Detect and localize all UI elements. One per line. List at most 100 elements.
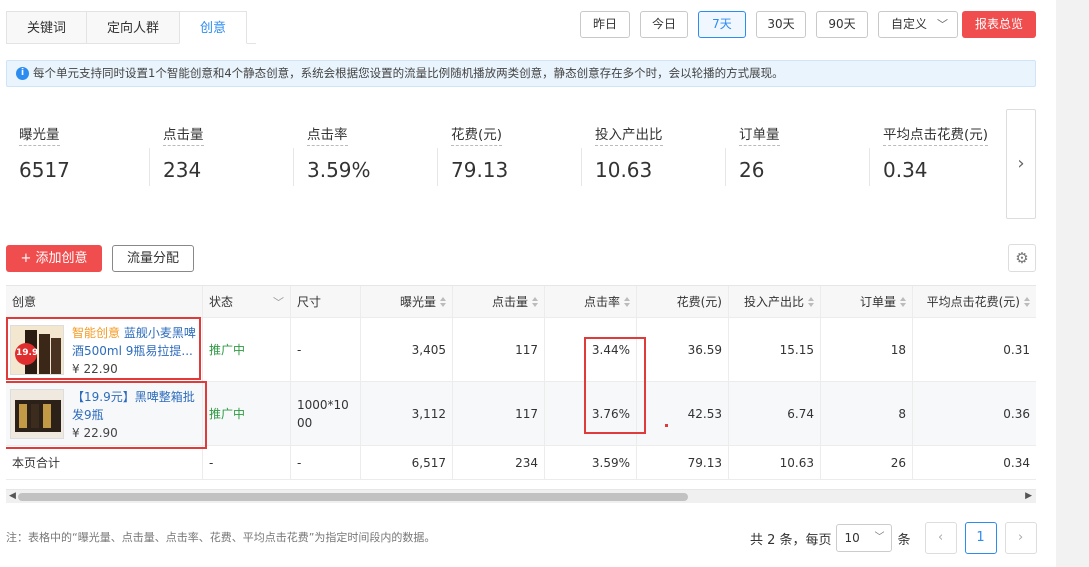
info-banner: i 每个单元支持同时设置1个智能创意和4个静态创意，系统会根据您设置的流量比例随… — [6, 60, 1036, 87]
stat-value: 0.34 — [883, 158, 928, 182]
stat-label: 订单量 — [739, 123, 780, 146]
table-header: 创意 状态 ﹀ 尺寸 曝光量 点击量 点击率 花费(元) 投入产出比 订单量 平… — [6, 286, 1036, 318]
prev-page-button[interactable]: ‹ — [924, 522, 957, 554]
table-row[interactable]: 19.9 智能创意 蓝舰小麦黑啤酒500ml 9瓶易拉提... ¥ 22.90 … — [6, 318, 1036, 382]
table-horizontal-scrollbar[interactable]: ◀ ▶ — [6, 489, 1036, 503]
creative-cell[interactable]: 19.9 智能创意 蓝舰小麦黑啤酒500ml 9瓶易拉提... ¥ 22.90 — [6, 318, 203, 381]
col-avg-cpc[interactable]: 平均点击花费(元) — [913, 286, 1036, 317]
sort-icon[interactable] — [532, 296, 538, 307]
cost-cell: 42.53 — [637, 382, 729, 445]
size-cell: 1000*1000 — [291, 382, 361, 445]
stat-label: 曝光量 — [19, 123, 60, 146]
table-note: 注：表格中的“曝光量、点击量、点击率、花费、平均点击花费”为指定时间段内的数据。 — [6, 531, 436, 544]
clicks-cell: 117 — [453, 382, 545, 445]
scrollbar-thumb[interactable] — [18, 493, 688, 501]
stat-label: 点击率 — [307, 123, 348, 146]
avg-cpc-cell: 0.34 — [1003, 455, 1030, 470]
total-count-text: 共 2 条，每页 — [750, 532, 832, 548]
tab-creative[interactable]: 创意 — [179, 11, 248, 44]
stat-value: 26 — [739, 158, 765, 182]
traffic-allocation-button[interactable]: 流量分配 — [112, 245, 194, 272]
stat-impressions[interactable]: 曝光量 6517 — [6, 123, 150, 193]
custom-range-select[interactable]: 自定义 ﹀ — [878, 11, 958, 38]
status-cell: 推广中 — [203, 318, 291, 381]
date-7days-button[interactable]: 7天 — [698, 11, 746, 38]
page-number-button[interactable]: 1 — [964, 522, 997, 554]
tab-audience[interactable]: 定向人群 — [86, 11, 180, 44]
sort-icon[interactable] — [1024, 296, 1030, 307]
smart-creative-tag: 智能创意 — [72, 326, 121, 340]
page-size-value: 10 — [844, 531, 860, 545]
sort-icon[interactable] — [440, 296, 446, 307]
stat-orders[interactable]: 订单量 26 — [726, 123, 870, 193]
annotation-dot — [665, 424, 668, 427]
stat-clicks[interactable]: 点击量 234 — [150, 123, 294, 193]
chevron-down-icon: ﹀ — [937, 18, 948, 31]
roi-cell: 6.74 — [729, 382, 821, 445]
ctr-cell: 3.59% — [545, 446, 637, 479]
stat-avg-cpc[interactable]: 平均点击花费(元) 0.34 — [870, 123, 1014, 193]
ctr-cell: 3.44% — [545, 318, 637, 381]
stat-value: 3.59% — [307, 158, 371, 182]
page-scrollbar-track[interactable] — [1056, 0, 1089, 567]
add-creative-button[interactable]: + 添加创意 — [6, 245, 102, 272]
product-thumbnail[interactable]: 19.9 — [10, 325, 64, 375]
scroll-left-icon[interactable]: ◀ — [9, 491, 16, 501]
stat-value: 10.63 — [595, 158, 653, 182]
col-roi[interactable]: 投入产出比 — [729, 286, 821, 317]
stat-cost[interactable]: 花费(元) 79.13 — [438, 123, 582, 193]
stat-ctr[interactable]: 点击率 3.59% — [294, 123, 438, 193]
product-thumbnail[interactable] — [10, 389, 64, 439]
col-orders[interactable]: 订单量 — [821, 286, 913, 317]
stat-roi[interactable]: 投入产出比 10.63 — [582, 123, 726, 193]
clicks-cell: 234 — [453, 446, 545, 479]
impressions-cell: 3,112 — [361, 382, 453, 445]
creative-title[interactable]: 【19.9元】黑啤整箱批发9瓶 ¥ 22.90 — [72, 388, 200, 442]
stat-label: 平均点击花费(元) — [883, 123, 989, 146]
thumb-price-badge: 19.9 — [16, 348, 39, 358]
roi-cell: 15.15 — [729, 318, 821, 381]
table-total-row: 本页合计 - - 6,517 234 3.59% 79.13 10.63 26 … — [6, 446, 1036, 480]
date-yesterday-button[interactable]: 昨日 — [580, 11, 630, 38]
col-creative: 创意 — [6, 286, 203, 317]
sort-icon[interactable] — [624, 296, 630, 307]
col-ctr[interactable]: 点击率 — [545, 286, 637, 317]
stat-value: 234 — [163, 158, 202, 182]
stat-value: 6517 — [19, 158, 70, 182]
col-status[interactable]: 状态 ﹀ — [203, 286, 291, 317]
sort-icon[interactable] — [808, 296, 814, 307]
col-clicks[interactable]: 点击量 — [453, 286, 545, 317]
col-impressions[interactable]: 曝光量 — [361, 286, 453, 317]
col-size: 尺寸 — [291, 286, 361, 317]
page-size-select[interactable]: 10 ﹀ — [835, 524, 892, 552]
clicks-cell: 117 — [453, 318, 545, 381]
stat-label: 投入产出比 — [595, 123, 663, 146]
chevron-down-icon: ﹀ — [874, 532, 885, 543]
impressions-cell: 6,517 — [361, 446, 453, 479]
table-row[interactable]: 【19.9元】黑啤整箱批发9瓶 ¥ 22.90 推广中 1000*1000 3,… — [6, 382, 1036, 446]
size-cell: - — [291, 446, 361, 479]
scroll-right-icon[interactable]: ▶ — [1025, 491, 1032, 501]
next-page-button[interactable]: › — [1004, 522, 1037, 554]
date-90days-button[interactable]: 90天 — [816, 11, 868, 38]
stats-next-button[interactable]: › — [1006, 109, 1036, 219]
avg-cpc-cell: 0.31 — [1003, 342, 1030, 357]
filter-chevron-icon[interactable]: ﹀ — [273, 294, 284, 310]
sort-icon[interactable] — [900, 296, 906, 307]
stat-value: 79.13 — [451, 158, 509, 182]
stat-label: 花费(元) — [451, 123, 503, 146]
creative-price: ¥ 22.90 — [72, 362, 118, 376]
tab-keywords[interactable]: 关键词 — [6, 11, 87, 44]
stats-panel: 曝光量 6517 点击量 234 点击率 3.59% 花费(元) 79.13 投… — [6, 109, 1036, 219]
ctr-cell: 3.76% — [545, 382, 637, 445]
gear-icon: ⚙ — [1015, 249, 1029, 267]
chevron-left-icon: ‹ — [937, 530, 944, 545]
report-overview-button[interactable]: 报表总览 — [962, 11, 1036, 38]
impressions-cell: 3,405 — [361, 318, 453, 381]
creative-title[interactable]: 智能创意 蓝舰小麦黑啤酒500ml 9瓶易拉提... ¥ 22.90 — [72, 324, 200, 378]
date-today-button[interactable]: 今日 — [640, 11, 688, 38]
table-settings-button[interactable]: ⚙ — [1008, 244, 1036, 272]
date-30days-button[interactable]: 30天 — [756, 11, 806, 38]
info-icon: i — [16, 67, 29, 80]
creative-cell[interactable]: 【19.9元】黑啤整箱批发9瓶 ¥ 22.90 — [6, 382, 203, 445]
